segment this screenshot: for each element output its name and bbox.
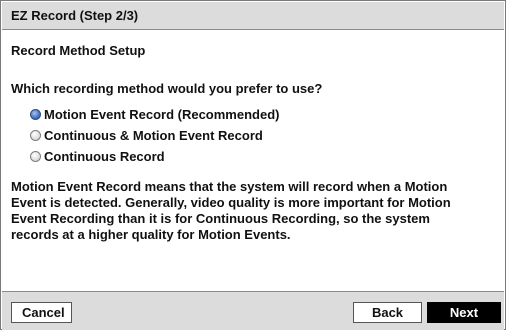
option-continuous-record[interactable]: Continuous Record <box>30 148 165 164</box>
radio-selected-icon[interactable] <box>30 108 41 120</box>
description-line: Event Recording than it is for Continuou… <box>11 211 430 226</box>
option-label: Continuous & Motion Event Record <box>44 127 263 143</box>
radio-unselected-icon[interactable] <box>30 150 41 162</box>
description-line: Motion Event Record means that the syste… <box>11 179 448 194</box>
option-label: Motion Event Record (Recommended) <box>44 106 280 122</box>
dialog-title: EZ Record (Step 2/3) <box>11 8 139 23</box>
option-motion-event-record[interactable]: Motion Event Record (Recommended) <box>30 106 279 122</box>
method-description: Motion Event Record means that the syste… <box>11 179 501 243</box>
radio-unselected-icon[interactable] <box>30 129 41 141</box>
question-text: Which recording method would you prefer … <box>11 81 323 96</box>
description-line: records at a higher quality for Motion E… <box>11 227 291 242</box>
next-button[interactable]: Next <box>427 302 501 323</box>
cancel-button[interactable]: Cancel <box>11 302 72 323</box>
section-title: Record Method Setup <box>11 43 146 58</box>
description-line: Event is detected. Generally, video qual… <box>11 195 451 210</box>
back-button[interactable]: Back <box>353 302 422 323</box>
dialog-content: Record Method Setup Which recording meth… <box>2 30 504 290</box>
button-bar: Cancel Back Next <box>2 291 504 330</box>
option-continuous-and-motion-record[interactable]: Continuous & Motion Event Record <box>30 127 263 143</box>
option-label: Continuous Record <box>44 148 165 164</box>
ez-record-dialog: EZ Record (Step 2/3) Record Method Setup… <box>0 0 506 330</box>
title-bar: EZ Record (Step 2/3) <box>2 2 504 30</box>
